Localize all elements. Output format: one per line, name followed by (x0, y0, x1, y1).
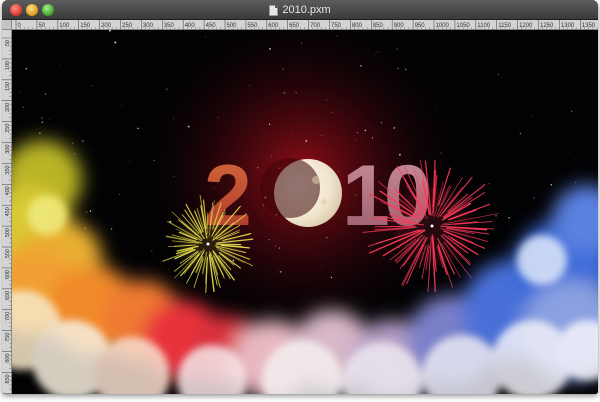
horizontal-ruler[interactable]: 0 50 100 150 200 250 300 350 400 450 500 550 600 650 7… (12, 20, 598, 30)
ruler-label: 300 (5, 145, 11, 154)
ruler-label: 250 (122, 23, 133, 29)
ruler-label: 150 (80, 23, 91, 29)
ruler-label: 800 (352, 23, 363, 29)
artwork: 2 10 (12, 30, 598, 394)
ruler-label: 600 (5, 270, 11, 279)
ruler-label: 500 (227, 23, 238, 29)
ruler-label: 400 (185, 23, 196, 29)
ruler-label: 800 (5, 354, 11, 363)
ruler-label: 500 (5, 228, 11, 237)
title-bar[interactable]: 2010.pxm (2, 0, 598, 20)
window-title: 2010.pxm (282, 4, 331, 16)
ruler-label: 750 (331, 23, 342, 29)
ruler-label: 200 (101, 23, 112, 29)
document-icon (269, 4, 279, 16)
ruler-label: 550 (5, 249, 11, 258)
ruler-label: 250 (5, 124, 11, 133)
ruler-label: 450 (5, 207, 11, 216)
ruler-corner[interactable] (2, 20, 12, 30)
ruler-label: 400 (5, 186, 11, 195)
ruler-label: 200 (5, 103, 11, 112)
vertical-ruler-ticks: 50 100 150 200 250 300 350 400 450 500 550 600 650 70… (2, 37, 12, 394)
ruler-label: 1200 (519, 23, 533, 29)
ruler-label: 650 (289, 23, 300, 29)
ruler-label: 1000 (436, 23, 450, 29)
ruler-label: 350 (5, 165, 11, 174)
ruler-label: 600 (268, 23, 279, 29)
ruler-label: 50 (38, 23, 45, 29)
ruler-label: 550 (247, 23, 258, 29)
ruler-label: 350 (164, 23, 175, 29)
ruler-label: 300 (143, 23, 154, 29)
ruler-label: 0 (18, 23, 22, 29)
document-canvas[interactable]: 2 10 (12, 30, 598, 394)
ruler-label: 1100 (477, 23, 491, 29)
ruler-label: 850 (5, 374, 11, 383)
ruler-label: 850 (373, 23, 384, 29)
vertical-ruler[interactable]: 50 100 150 200 250 300 350 400 450 500 550 600 650 70… (2, 30, 12, 394)
ruler-label: 1350 (582, 23, 596, 29)
ruler-label: 450 (206, 23, 217, 29)
ruler-label: 100 (5, 61, 11, 70)
ruler-label: 700 (310, 23, 321, 29)
ruler-label: 100 (59, 23, 70, 29)
ruler-label: 1050 (456, 23, 470, 29)
ruler-label: 700 (5, 312, 11, 321)
window-title-group: 2010.pxm (2, 3, 598, 17)
ruler-label: 1300 (561, 23, 575, 29)
ruler-label: 50 (5, 40, 11, 46)
ruler-label: 750 (5, 333, 11, 342)
ruler-label: 1250 (540, 23, 554, 29)
horizontal-ruler-ticks: 0 50 100 150 200 250 300 350 400 450 500 550 600 650 7… (15, 20, 598, 30)
ruler-label: 900 (394, 23, 405, 29)
ruler-label: 650 (5, 291, 11, 300)
ruler-label: 150 (5, 82, 11, 91)
app-window: 2010.pxm 0 50 100 150 200 250 300 350 400 450 500 5… (2, 0, 598, 394)
ruler-label: 1150 (498, 23, 512, 29)
ruler-label: 950 (415, 23, 426, 29)
